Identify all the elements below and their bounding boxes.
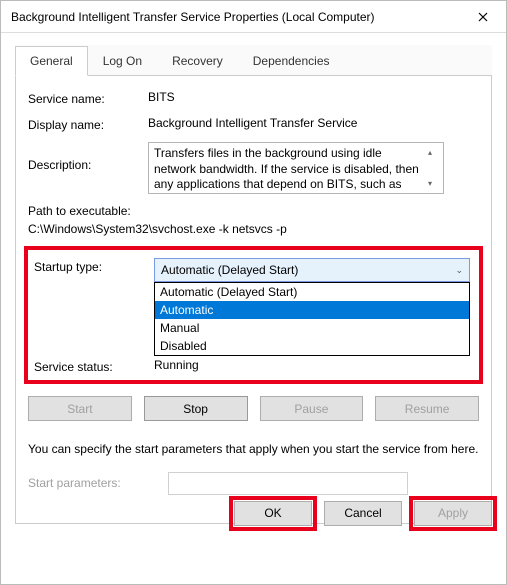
tab-logon[interactable]: Log On — [88, 46, 157, 76]
startup-type-select[interactable]: Automatic (Delayed Start) ⌄ Automatic (D… — [154, 258, 470, 282]
close-icon — [478, 12, 488, 22]
tab-general[interactable]: General — [15, 46, 88, 76]
label-description: Description: — [28, 142, 148, 172]
cancel-button[interactable]: Cancel — [324, 501, 402, 526]
description-text: Transfers files in the background using … — [154, 146, 422, 190]
startup-type-value: Automatic (Delayed Start) — [161, 263, 298, 277]
label-startup-type: Startup type: — [34, 258, 154, 274]
start-parameters-input — [168, 472, 408, 495]
resume-button: Resume — [375, 396, 479, 421]
value-path: C:\Windows\System32\svchost.exe -k netsv… — [28, 222, 479, 236]
start-parameters-note: You can specify the start parameters tha… — [28, 441, 479, 458]
dialog-content: General Log On Recovery Dependencies Ser… — [1, 33, 506, 538]
label-display-name: Display name: — [28, 116, 148, 132]
value-service-name: BITS — [148, 90, 479, 104]
value-service-status: Running — [154, 358, 199, 374]
tab-dependencies[interactable]: Dependencies — [238, 46, 345, 76]
chevron-down-icon: ▾ — [428, 179, 432, 188]
dialog-window: Background Intelligent Transfer Service … — [0, 0, 507, 585]
window-title: Background Intelligent Transfer Service … — [11, 10, 460, 24]
startup-type-dropdown: Automatic (Delayed Start) Automatic Manu… — [154, 282, 470, 356]
tab-strip: General Log On Recovery Dependencies — [15, 45, 492, 76]
chevron-down-icon: ⌄ — [455, 265, 463, 276]
option-manual[interactable]: Manual — [155, 319, 469, 337]
stop-button[interactable]: Stop — [144, 396, 248, 421]
option-disabled[interactable]: Disabled — [155, 337, 469, 355]
start-button: Start — [28, 396, 132, 421]
description-box[interactable]: Transfers files in the background using … — [148, 142, 444, 194]
chevron-up-icon: ▴ — [428, 148, 432, 157]
highlight-startup-section: Startup type: Automatic (Delayed Start) … — [24, 246, 483, 384]
dialog-button-row: OK Cancel Apply — [234, 501, 492, 526]
tab-panel-general: Service name: BITS Display name: Backgro… — [15, 76, 492, 524]
startup-type-combobox[interactable]: Automatic (Delayed Start) ⌄ — [154, 258, 470, 282]
option-automatic[interactable]: Automatic — [155, 301, 469, 319]
close-button[interactable] — [460, 1, 506, 33]
option-auto-delayed[interactable]: Automatic (Delayed Start) — [155, 283, 469, 301]
tab-recovery[interactable]: Recovery — [157, 46, 238, 76]
label-service-name: Service name: — [28, 90, 148, 106]
value-display-name: Background Intelligent Transfer Service — [148, 116, 479, 130]
label-start-parameters: Start parameters: — [28, 476, 168, 490]
titlebar: Background Intelligent Transfer Service … — [1, 1, 506, 33]
ok-button[interactable]: OK — [234, 501, 312, 526]
description-scrollbar[interactable]: ▴ ▾ — [422, 146, 438, 190]
label-service-status: Service status: — [34, 358, 154, 374]
service-control-buttons: Start Stop Pause Resume — [28, 396, 479, 421]
label-path: Path to executable: — [28, 204, 479, 218]
pause-button: Pause — [260, 396, 364, 421]
apply-button: Apply — [414, 501, 492, 526]
